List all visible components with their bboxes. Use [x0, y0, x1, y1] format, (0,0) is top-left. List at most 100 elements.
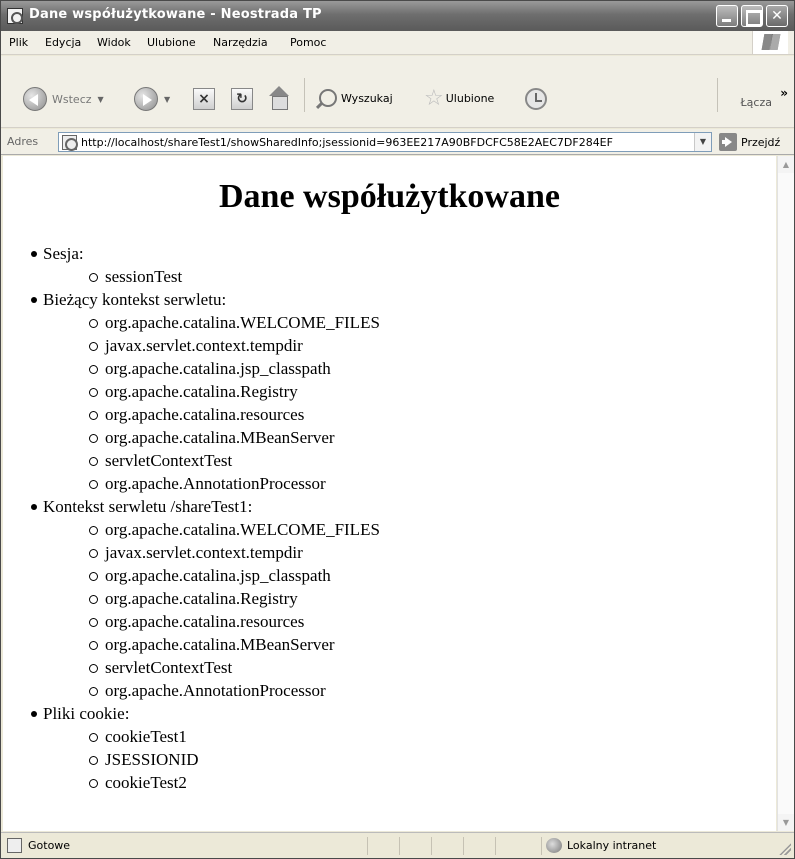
menu-edycja[interactable]: Edycja: [45, 36, 81, 49]
list-item: org.apache.catalina.WELCOME_FILES: [89, 518, 380, 541]
toolbar: Wstecz ▼ ▼ × ↻ Wyszukaj ☆ Ulubione » Łąc…: [1, 56, 794, 128]
status-divider: [431, 837, 432, 855]
list-item: javax.servlet.context.tempdir: [89, 541, 380, 564]
list-item: org.apache.catalina.jsp_classpath: [89, 564, 380, 587]
section-label: Bieżący kontekst serwletu:: [43, 290, 227, 309]
minimize-button[interactable]: [716, 5, 738, 27]
search-label: Wyszukaj: [341, 91, 393, 105]
favorites-label: Ulubione: [445, 92, 495, 105]
resize-grip-icon[interactable]: [779, 843, 791, 855]
chevron-down-icon[interactable]: ▼: [694, 133, 711, 151]
section-item: Sesja: sessionTest: [31, 242, 380, 288]
status-divider: [541, 837, 542, 855]
address-bar: Adres http://localhost/shareTest1/showSh…: [1, 129, 794, 155]
page-content: Dane współużytkowane Sesja: sessionTest Bi…: [3, 156, 776, 831]
links-button[interactable]: Łącza: [741, 96, 773, 109]
title-bar: Dane współużytkowane - Neostrada TP ✕: [1, 1, 794, 31]
page-icon: [62, 135, 78, 151]
section-item: Kontekst serwletu /shareTest1: org.apache…: [31, 495, 380, 702]
go-label: Przejdź: [741, 135, 781, 149]
star-icon: ☆: [424, 86, 444, 111]
list-item: org.apache.catalina.Registry: [89, 380, 380, 403]
attribute-list: sessionTest: [43, 265, 380, 288]
history-icon: [525, 88, 547, 110]
ie-page-icon: [7, 8, 23, 24]
list-item: JSESSIONID: [89, 748, 380, 771]
attribute-list: org.apache.catalina.WELCOME_FILES javax.s…: [43, 518, 380, 702]
status-divider: [367, 837, 368, 855]
go-button[interactable]: Przejdź: [719, 133, 780, 151]
go-arrow-icon: [719, 133, 737, 151]
back-button[interactable]: Wstecz ▼: [23, 87, 104, 111]
windows-logo-icon: [752, 31, 788, 54]
intranet-zone-icon: [546, 838, 562, 853]
list-item: sessionTest: [89, 265, 380, 288]
section-item: Bieżący kontekst serwletu: org.apache.cat…: [31, 288, 380, 495]
attribute-list: cookieTest1 JSESSIONID cookieTest2: [43, 725, 380, 794]
section-label: Kontekst serwletu /shareTest1:: [43, 497, 253, 516]
menu-pomoc[interactable]: Pomoc: [290, 36, 326, 49]
list-item: org.apache.catalina.resources: [89, 610, 380, 633]
list-item: javax.servlet.context.tempdir: [89, 334, 380, 357]
section-label: Pliki cookie:: [43, 704, 130, 723]
list-item: org.apache.catalina.MBeanServer: [89, 633, 380, 656]
favorites-button[interactable]: ☆ Ulubione: [424, 86, 494, 111]
back-label: Wstecz: [52, 92, 92, 106]
address-input[interactable]: http://localhost/shareTest1/showSharedIn…: [58, 132, 712, 152]
page-title: Dane współużytkowane: [219, 178, 560, 215]
refresh-button[interactable]: ↻: [231, 88, 253, 110]
stop-icon: ×: [193, 88, 215, 110]
menu-ulubione[interactable]: Ulubione: [147, 36, 196, 49]
menu-widok[interactable]: Widok: [97, 36, 131, 49]
maximize-button[interactable]: [741, 5, 763, 27]
status-text: Gotowe: [28, 839, 71, 852]
page-status-icon: [7, 838, 22, 853]
window-title: Dane współużytkowane - Neostrada TP: [29, 7, 322, 22]
section-label: Sesja:: [43, 244, 84, 263]
status-divider: [399, 837, 400, 855]
scroll-up-icon[interactable]: ▲: [778, 156, 794, 173]
forward-arrow-icon: [134, 87, 158, 111]
list-item: org.apache.AnnotationProcessor: [89, 679, 380, 702]
section-item: Pliki cookie: cookieTest1 JSESSIONID cookie…: [31, 702, 380, 794]
menu-bar: Plik Edycja Widok Ulubione Narzędzia Pom…: [1, 31, 794, 55]
menu-plik[interactable]: Plik: [9, 36, 28, 49]
list-item: org.apache.catalina.Registry: [89, 587, 380, 610]
browser-window: Dane współużytkowane - Neostrada TP ✕ Pl…: [0, 0, 795, 859]
chevron-down-icon[interactable]: ▼: [164, 95, 170, 104]
list-item: org.apache.catalina.jsp_classpath: [89, 357, 380, 380]
list-item: servletContextTest: [89, 656, 380, 679]
list-item: org.apache.catalina.WELCOME_FILES: [89, 311, 380, 334]
toolbar-separator: [717, 78, 718, 112]
close-button[interactable]: ✕: [766, 5, 788, 27]
list-item: cookieTest1: [89, 725, 380, 748]
status-divider: [495, 837, 496, 855]
toolbar-more-button[interactable]: »: [780, 86, 788, 100]
history-button[interactable]: [525, 88, 547, 110]
list-item: org.apache.catalina.MBeanServer: [89, 426, 380, 449]
home-icon: [267, 86, 291, 110]
security-zone: Lokalny intranet: [567, 839, 657, 852]
shared-data-list: Sesja: sessionTest Bieżący kontekst serwle…: [31, 242, 380, 794]
toolbar-separator: [304, 78, 305, 112]
address-url[interactable]: http://localhost/shareTest1/showSharedIn…: [81, 136, 613, 149]
list-item: cookieTest2: [89, 771, 380, 794]
scroll-down-icon[interactable]: ▼: [778, 814, 794, 831]
refresh-icon: ↻: [231, 88, 253, 110]
menu-narzedzia[interactable]: Narzędzia: [213, 36, 268, 49]
list-item: org.apache.AnnotationProcessor: [89, 472, 380, 495]
address-label: Adres: [7, 135, 39, 148]
list-item: org.apache.catalina.resources: [89, 403, 380, 426]
back-arrow-icon: [23, 87, 47, 111]
status-divider: [463, 837, 464, 855]
chevron-down-icon[interactable]: ▼: [98, 95, 104, 104]
search-icon: [319, 89, 337, 107]
vertical-scrollbar[interactable]: ▲ ▼: [777, 156, 794, 831]
status-bar: Gotowe Lokalny intranet: [1, 832, 794, 858]
list-item: servletContextTest: [89, 449, 380, 472]
attribute-list: org.apache.catalina.WELCOME_FILES javax.s…: [43, 311, 380, 495]
search-button[interactable]: Wyszukaj: [319, 89, 393, 107]
stop-button[interactable]: ×: [193, 88, 215, 110]
home-button[interactable]: [267, 86, 291, 110]
forward-button[interactable]: ▼: [134, 87, 170, 111]
